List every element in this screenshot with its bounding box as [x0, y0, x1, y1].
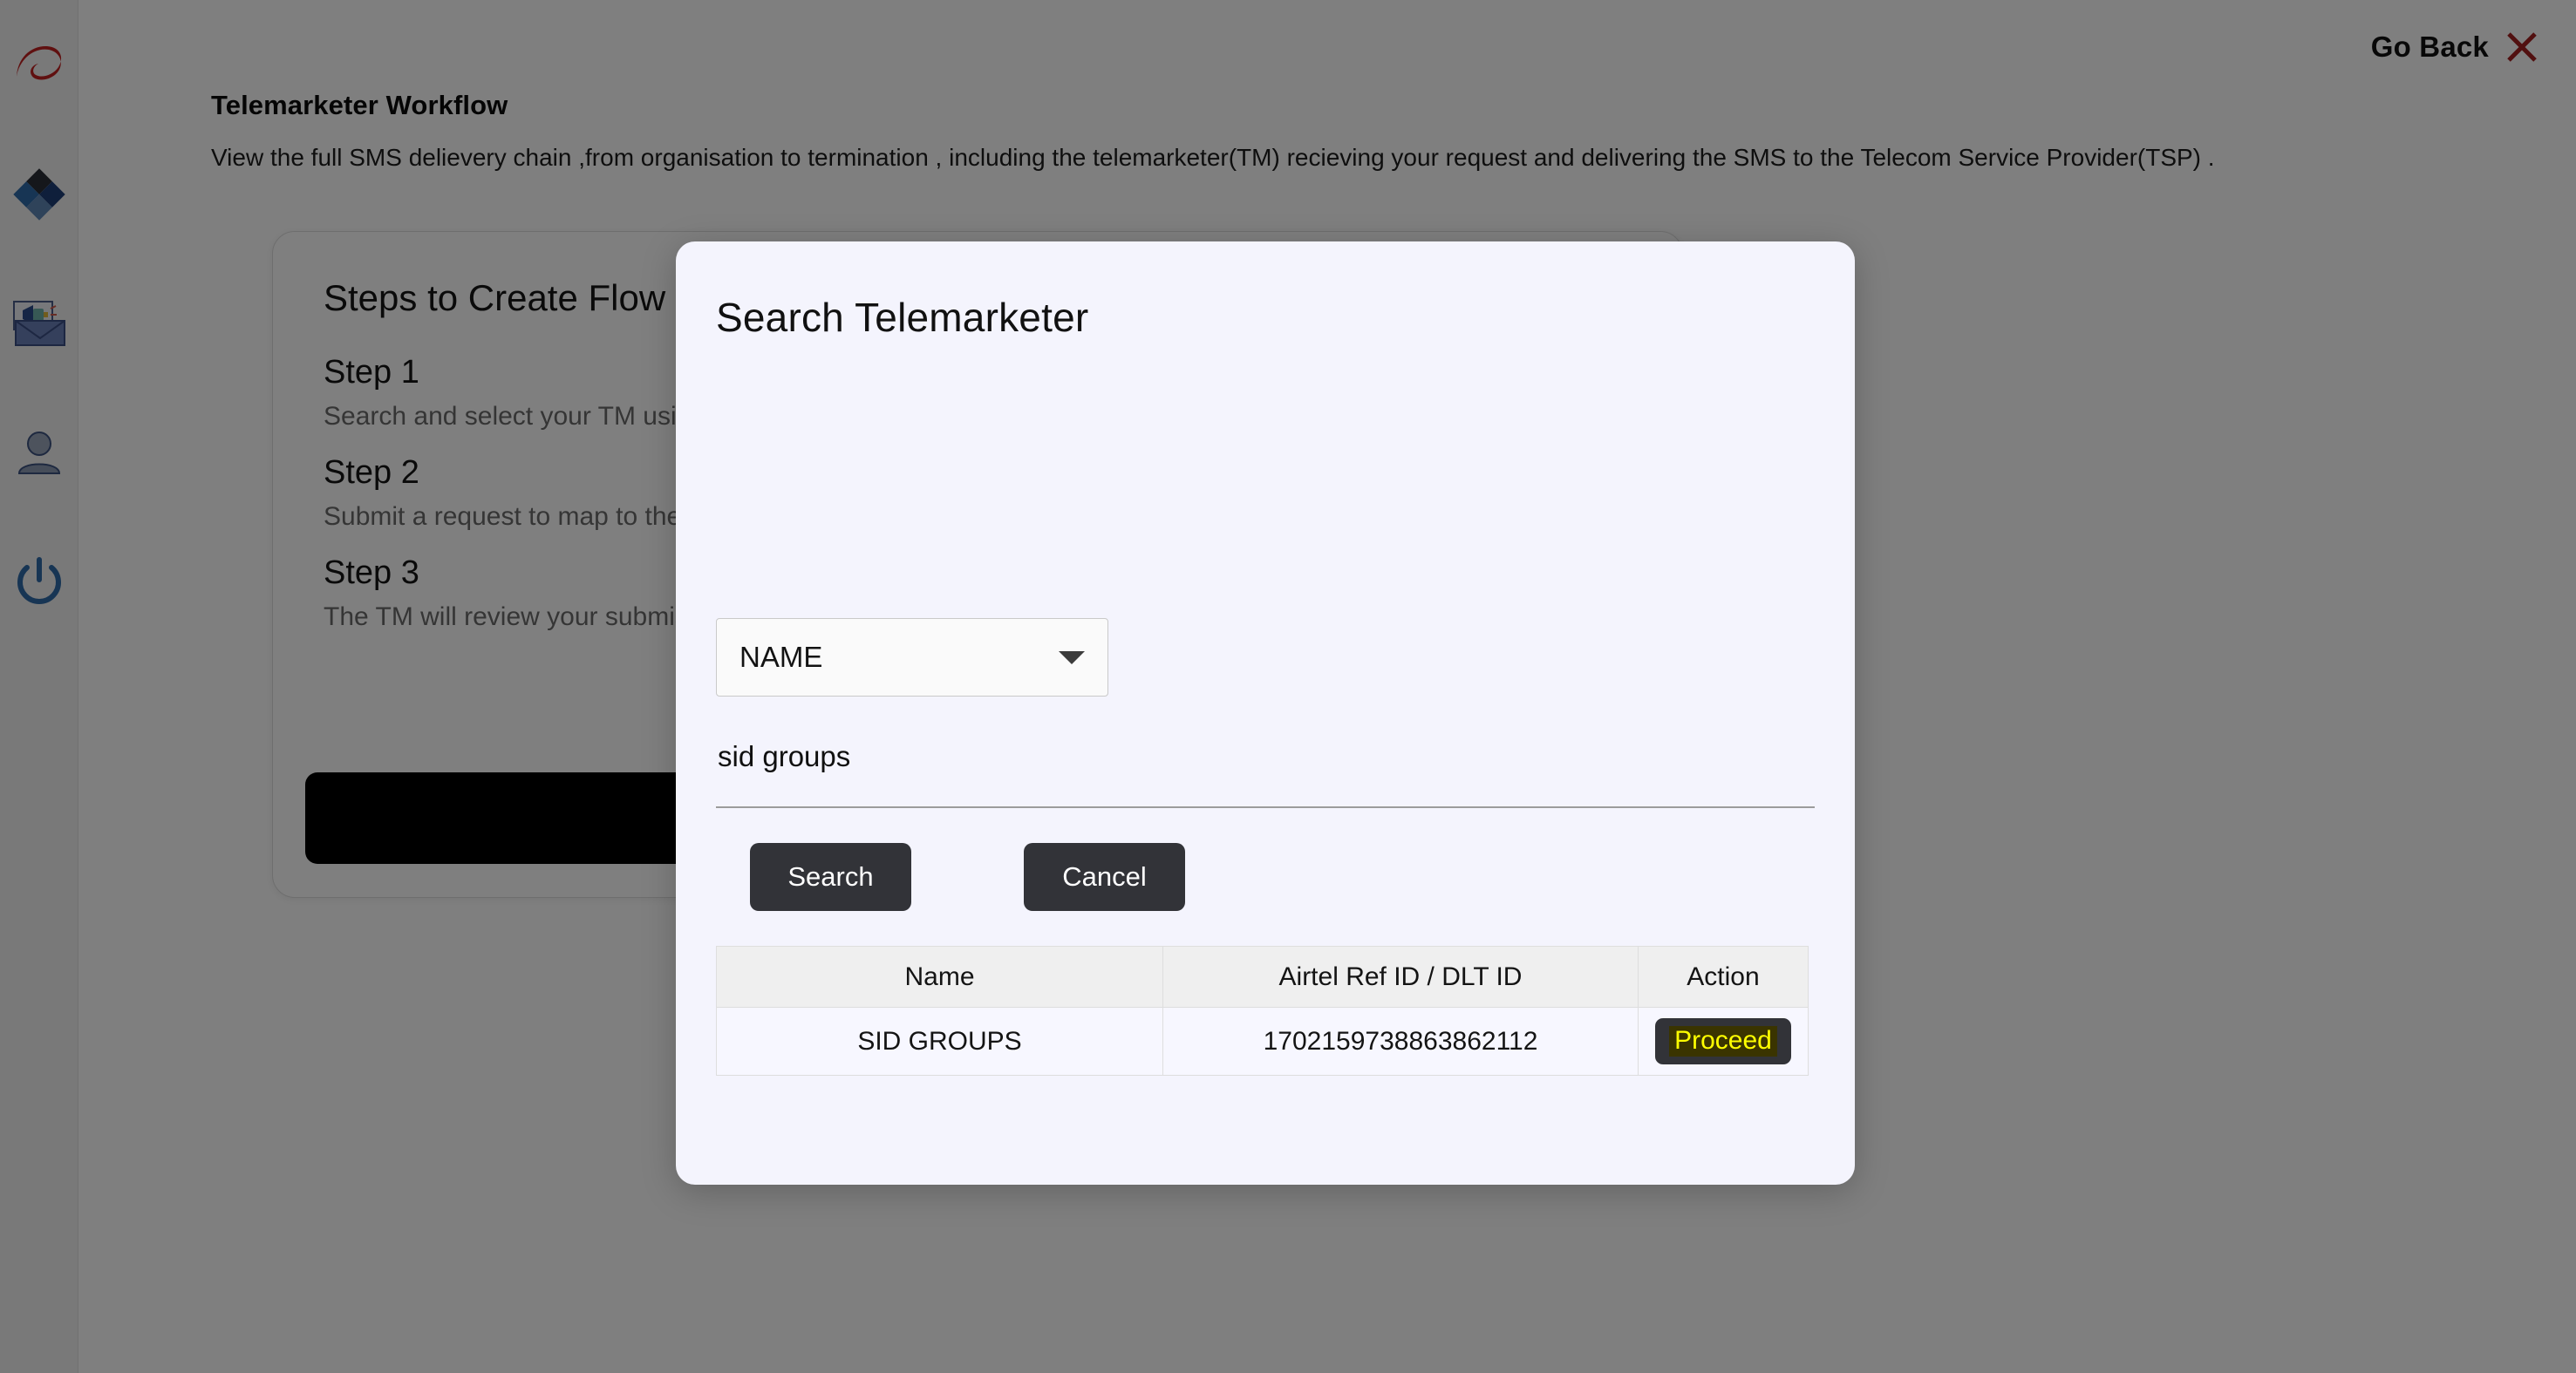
cancel-button[interactable]: Cancel: [1024, 843, 1185, 911]
search-type-select[interactable]: NAME: [716, 618, 1108, 697]
search-telemarketer-modal: Search Telemarketer NAME Search Cancel N…: [676, 241, 1855, 1185]
search-input-wrapper: [716, 740, 1815, 808]
column-header-name: Name: [716, 946, 1163, 1008]
proceed-button-label: Proceed: [1669, 1026, 1777, 1057]
search-type-value: NAME: [739, 641, 823, 673]
cell-ref-id: 1702159738863862112: [1162, 1007, 1639, 1076]
results-table: Name Airtel Ref ID / DLT ID Action SID G…: [716, 946, 1809, 1076]
column-header-action: Action: [1638, 946, 1809, 1008]
chevron-down-icon: [1059, 650, 1085, 664]
proceed-button[interactable]: Proceed: [1655, 1018, 1791, 1064]
cell-name: SID GROUPS: [716, 1007, 1163, 1076]
table-row: SID GROUPS 1702159738863862112 Proceed: [716, 1007, 1809, 1076]
search-input[interactable]: [716, 740, 1815, 787]
search-button[interactable]: Search: [750, 843, 911, 911]
modal-title: Search Telemarketer: [716, 295, 1089, 340]
app-root: Go Back Telemarketer Workflow View the f…: [0, 0, 2576, 1373]
cell-action: Proceed: [1638, 1007, 1809, 1076]
column-header-ref-id: Airtel Ref ID / DLT ID: [1162, 946, 1639, 1008]
table-header-row: Name Airtel Ref ID / DLT ID Action: [716, 946, 1809, 1008]
